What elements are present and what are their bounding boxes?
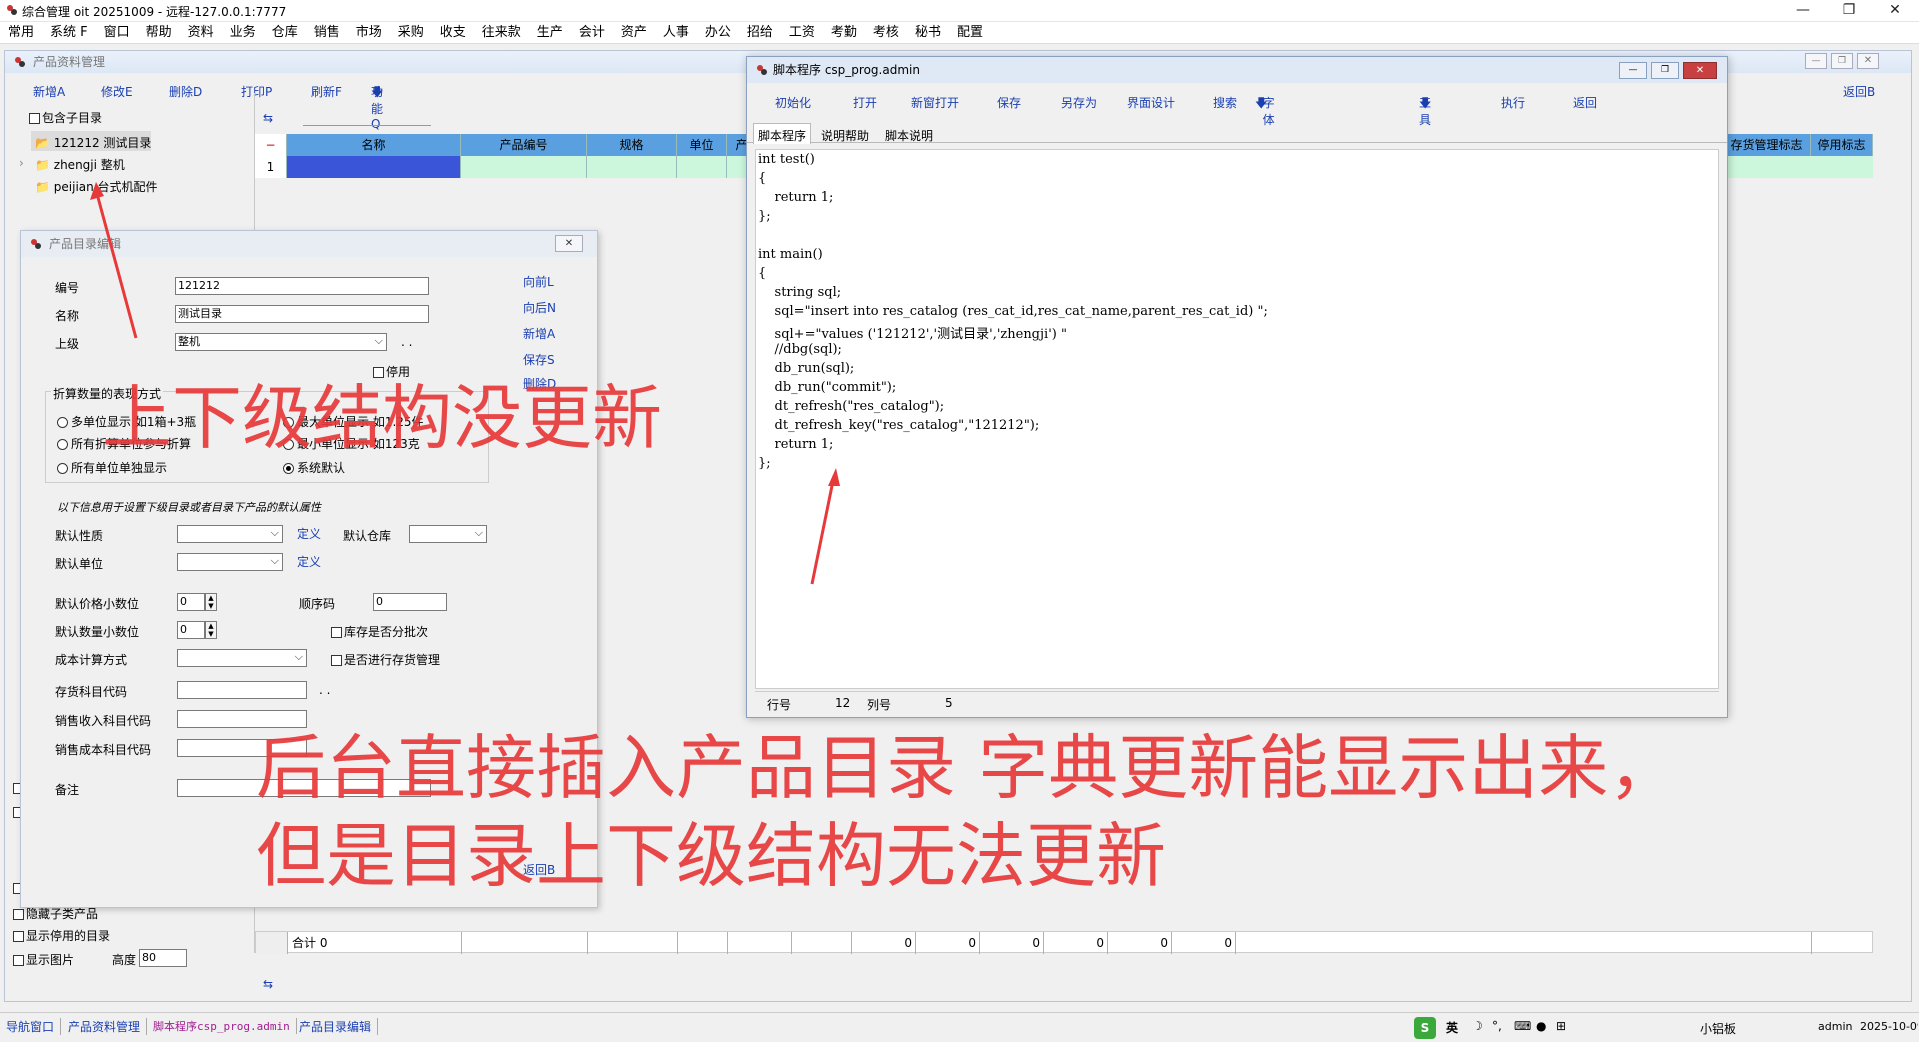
annotation-structure-note: 但是目录上下级结构无法更新: [256, 815, 1166, 897]
annotation-arrowhead: [828, 468, 840, 486]
grid-icon[interactable]: ⊞: [1556, 1019, 1566, 1033]
ime-logo-icon[interactable]: S: [1414, 1017, 1436, 1039]
task-catalog-edit[interactable]: 产品目录编辑: [299, 1018, 379, 1035]
ime-language[interactable]: 英: [1446, 1019, 1458, 1036]
annotation-structure-not-updated: 上下级结构没更新: [102, 377, 662, 459]
user-icon[interactable]: ●: [1536, 1019, 1546, 1033]
punctuation-icon[interactable]: °,: [1492, 1019, 1502, 1033]
annotation-arrow-line: [94, 189, 138, 339]
current-date: 2025-10-09: [1860, 1020, 1918, 1033]
company-name: 小铝板: [1700, 1022, 1737, 1036]
moon-icon[interactable]: ☽: [1472, 1019, 1483, 1033]
taskbar: 导航窗口 产品资料管理 脚本程序csp_prog.admin 产品目录编辑 S …: [0, 1012, 1919, 1042]
task-product-management[interactable]: 产品资料管理: [68, 1018, 148, 1035]
annotation-insert-note: 后台直接插入产品目录 字典更新能显示出来，: [256, 727, 1679, 809]
task-script-program[interactable]: 脚本程序csp_prog.admin: [153, 1018, 297, 1034]
annotation-arrowhead: [90, 182, 104, 200]
annotation-arrow-line: [810, 475, 836, 585]
task-nav-window[interactable]: 导航窗口: [6, 1018, 62, 1035]
keyboard-icon[interactable]: ⌨: [1514, 1019, 1531, 1033]
current-user: admin: [1818, 1020, 1853, 1033]
